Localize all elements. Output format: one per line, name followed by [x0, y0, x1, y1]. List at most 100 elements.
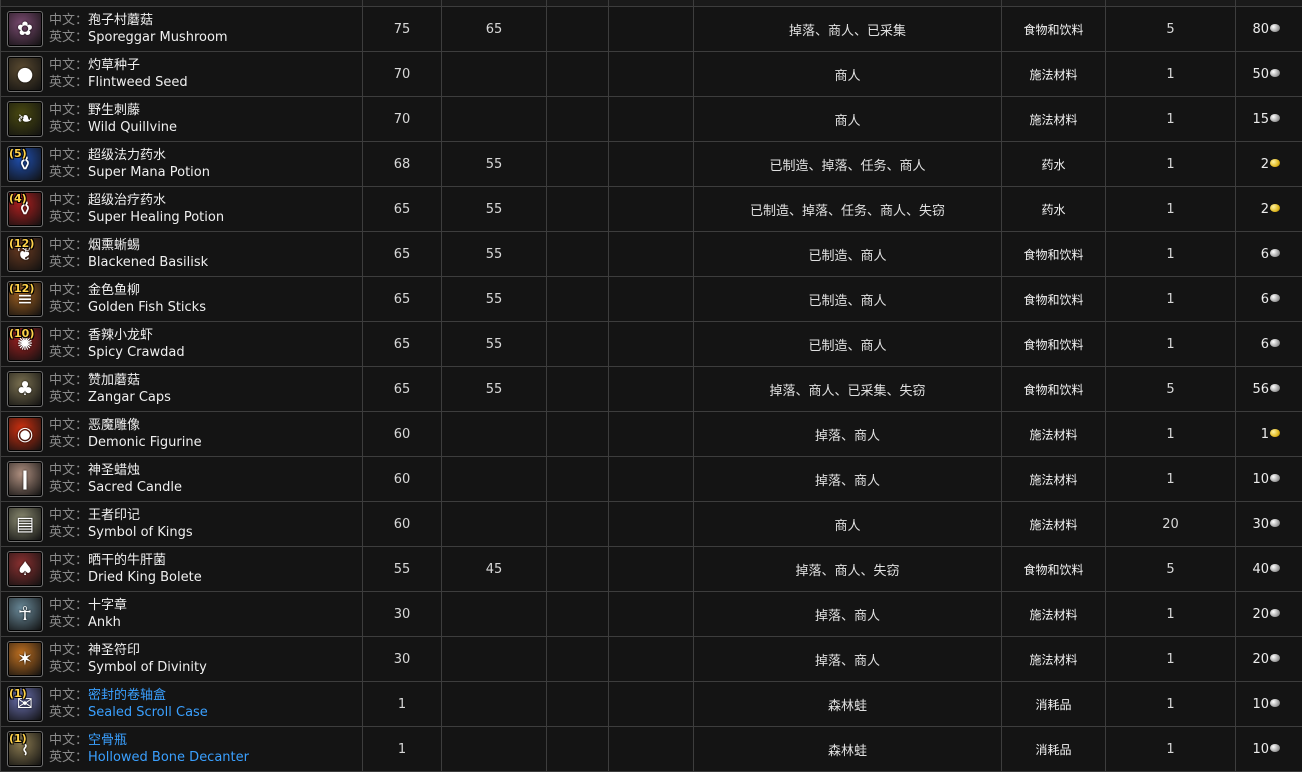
- table-row[interactable]: ✶ 中文：神圣符印 英文：Symbol of Divinity 30 掉落、商人…: [0, 636, 1302, 682]
- table-row[interactable]: ✿ 中文：孢子村蘑菇 英文：Sporeggar Mushroom 75 65 掉…: [0, 6, 1302, 52]
- bolete-icon[interactable]: ♠: [7, 551, 43, 587]
- item-name-en[interactable]: Super Healing Potion: [88, 210, 224, 225]
- item-name-cn[interactable]: 金色鱼柳: [88, 283, 140, 298]
- mushroom-caps-icon[interactable]: ♣: [7, 371, 43, 407]
- silver-coin-icon: [1270, 699, 1280, 707]
- item-name-cell: ♠ 中文：晒干的牛肝菌 英文：Dried King Bolete: [0, 546, 363, 592]
- item-name-cn[interactable]: 香辣小龙虾: [88, 328, 153, 343]
- item-name-en[interactable]: Hollowed Bone Decanter: [88, 750, 249, 765]
- item-name-en[interactable]: Symbol of Divinity: [88, 660, 207, 675]
- item-name-cell: ❦ (12) 中文：烟熏蜥蜴 英文：Blackened Basilisk: [0, 231, 363, 277]
- item-name-cn[interactable]: 晒干的牛肝菌: [88, 553, 166, 568]
- table-row[interactable]: ♣ 中文：赞加蘑菇 英文：Zangar Caps 65 55 掉落、商人、已采集…: [0, 366, 1302, 412]
- item-name-en[interactable]: Zangar Caps: [88, 390, 171, 405]
- price-amount: 30: [1252, 516, 1269, 532]
- stack-quantity: 1: [1105, 636, 1236, 682]
- item-name-cn[interactable]: 神圣符印: [88, 643, 140, 658]
- item-name-en[interactable]: Spicy Crawdad: [88, 345, 185, 360]
- item-name-cn[interactable]: 赞加蘑菇: [88, 373, 140, 388]
- red-potion-icon[interactable]: ⚱ (4): [7, 191, 43, 227]
- table-row[interactable]: ◉ 中文：恶魔雕像 英文：Demonic Figurine 60 掉落、商人 施…: [0, 411, 1302, 457]
- scroll-case-icon[interactable]: ✉ (1): [7, 686, 43, 722]
- item-source: 已制造、商人: [693, 276, 1002, 322]
- table-row[interactable]: ♠ 中文：晒干的牛肝菌 英文：Dried King Bolete 55 45 掉…: [0, 546, 1302, 592]
- stack-quantity: 1: [1105, 51, 1236, 97]
- item-name-cn[interactable]: 灼草种子: [88, 58, 140, 73]
- empty-cell: [546, 411, 609, 457]
- table-row[interactable]: ⚱ (5) 中文：超级法力药水 英文：Super Mana Potion 68 …: [0, 141, 1302, 187]
- item-name-en[interactable]: Dried King Bolete: [88, 570, 202, 585]
- empty-cell: [546, 456, 609, 502]
- ankh-icon[interactable]: ☥: [7, 596, 43, 632]
- mushroom-icon[interactable]: ✿: [7, 11, 43, 47]
- en-label: 英文：: [49, 345, 89, 360]
- item-name-cn[interactable]: 密封的卷轴盒: [88, 688, 166, 703]
- item-glyph: ♣: [16, 378, 34, 400]
- required-level: 65: [362, 186, 442, 232]
- item-source: 掉落、商人: [693, 456, 1002, 502]
- item-name-cn[interactable]: 烟熏蜥蜴: [88, 238, 140, 253]
- item-name-cn[interactable]: 孢子村蘑菇: [88, 13, 153, 28]
- item-name-cn[interactable]: 十字章: [88, 598, 127, 613]
- item-name-en[interactable]: Sporeggar Mushroom: [88, 30, 228, 45]
- demonic-figurine-icon[interactable]: ◉: [7, 416, 43, 452]
- seed-icon[interactable]: ●: [7, 56, 43, 92]
- en-label: 英文：: [49, 750, 89, 765]
- table-row[interactable]: ☥ 中文：十字章 英文：Ankh 30 掉落、商人 施法材料 1 20: [0, 591, 1302, 637]
- empty-cell: [608, 591, 694, 637]
- fish-sticks-icon[interactable]: ≡ (12): [7, 281, 43, 317]
- item-name-cn[interactable]: 超级法力药水: [88, 148, 166, 163]
- item-category: 食物和饮料: [1001, 231, 1106, 277]
- item-name-cn[interactable]: 王者印记: [88, 508, 140, 523]
- price-amount: 20: [1252, 606, 1269, 622]
- item-name-en[interactable]: Ankh: [88, 615, 121, 630]
- item-name-cn[interactable]: 超级治疗药水: [88, 193, 166, 208]
- empty-cell: [608, 141, 694, 187]
- item-name-en[interactable]: Demonic Figurine: [88, 435, 202, 450]
- item-category: 食物和饮料: [1001, 366, 1106, 412]
- table-row[interactable]: ❦ (12) 中文：烟熏蜥蜴 英文：Blackened Basilisk 65 …: [0, 231, 1302, 277]
- item-name-cn[interactable]: 恶魔雕像: [88, 418, 140, 433]
- item-name-cn[interactable]: 空骨瓶: [88, 733, 127, 748]
- item-source: 已制造、商人: [693, 231, 1002, 277]
- item-category: 食物和饮料: [1001, 321, 1106, 367]
- blue-potion-icon[interactable]: ⚱ (5): [7, 146, 43, 182]
- item-price: 40: [1235, 546, 1302, 592]
- item-name-en[interactable]: Golden Fish Sticks: [88, 300, 206, 315]
- table-row[interactable]: ≡ (12) 中文：金色鱼柳 英文：Golden Fish Sticks 65 …: [0, 276, 1302, 322]
- price-amount: 6: [1260, 246, 1269, 262]
- bone-decanter-icon[interactable]: ⌇ (1): [7, 731, 43, 767]
- item-price: 50: [1235, 51, 1302, 97]
- symbol-divinity-icon[interactable]: ✶: [7, 641, 43, 677]
- item-name-en[interactable]: Wild Quillvine: [88, 120, 177, 135]
- symbol-kings-icon[interactable]: ▤: [7, 506, 43, 542]
- item-name-en[interactable]: Super Mana Potion: [88, 165, 210, 180]
- table-row[interactable]: ✉ (1) 中文：密封的卷轴盒 英文：Sealed Scroll Case 1 …: [0, 681, 1302, 727]
- empty-cell: [546, 591, 609, 637]
- table-row[interactable]: ⌇ (1) 中文：空骨瓶 英文：Hollowed Bone Decanter 1…: [0, 726, 1302, 772]
- item-name-cn[interactable]: 神圣蜡烛: [88, 463, 140, 478]
- meat-icon[interactable]: ❦ (12): [7, 236, 43, 272]
- table-row[interactable]: ⚱ (4) 中文：超级治疗药水 英文：Super Healing Potion …: [0, 186, 1302, 232]
- item-name-en[interactable]: Blackened Basilisk: [88, 255, 208, 270]
- required-level: 75: [362, 6, 442, 52]
- table-row[interactable]: ▤ 中文：王者印记 英文：Symbol of Kings 60 商人 施法材料 …: [0, 501, 1302, 547]
- empty-cell: [546, 276, 609, 322]
- item-name-en[interactable]: Sacred Candle: [88, 480, 182, 495]
- vine-icon[interactable]: ❧: [7, 101, 43, 137]
- item-name-en[interactable]: Symbol of Kings: [88, 525, 193, 540]
- item-glyph: ▤: [16, 513, 34, 535]
- cn-label: 中文：: [49, 148, 89, 163]
- table-row[interactable]: ❧ 中文：野生刺藤 英文：Wild Quillvine 70 商人 施法材料 1…: [0, 96, 1302, 142]
- crawdad-icon[interactable]: ✺ (10): [7, 326, 43, 362]
- table-row[interactable]: ● 中文：灼草种子 英文：Flintweed Seed 70 商人 施法材料 1…: [0, 51, 1302, 97]
- item-name-cell: ✉ (1) 中文：密封的卷轴盒 英文：Sealed Scroll Case: [0, 681, 363, 727]
- candle-icon[interactable]: ❙: [7, 461, 43, 497]
- table-row[interactable]: ❙ 中文：神圣蜡烛 英文：Sacred Candle 60 掉落、商人 施法材料…: [0, 456, 1302, 502]
- item-name-cn[interactable]: 野生刺藤: [88, 103, 140, 118]
- item-source: 掉落、商人: [693, 411, 1002, 457]
- en-label: 英文：: [49, 525, 89, 540]
- table-row[interactable]: ✺ (10) 中文：香辣小龙虾 英文：Spicy Crawdad 65 55 已…: [0, 321, 1302, 367]
- item-name-en[interactable]: Flintweed Seed: [88, 75, 188, 90]
- item-name-en[interactable]: Sealed Scroll Case: [88, 705, 208, 720]
